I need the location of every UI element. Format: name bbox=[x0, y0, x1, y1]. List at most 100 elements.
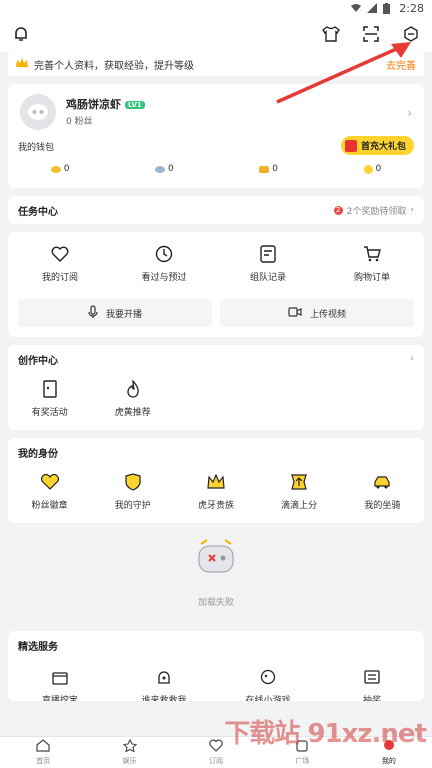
service-item-label: 谁来救救我 bbox=[141, 696, 187, 701]
task-center-title: 任务中心 bbox=[18, 206, 58, 218]
banner-link[interactable]: 去完善 bbox=[386, 57, 416, 72]
start-live-button[interactable]: 我要开播 bbox=[18, 299, 212, 327]
gamepad-icon bbox=[258, 667, 278, 687]
silver-bean-icon bbox=[155, 165, 165, 173]
service-item-mini-games[interactable]: 在线小游戏 bbox=[216, 661, 320, 701]
username[interactable]: 鸡肠饼凉虾 LV1 bbox=[66, 96, 145, 112]
identity-item-label: 我的坐骑 bbox=[364, 501, 401, 511]
identity-item-label: 滴滴上分 bbox=[281, 501, 318, 511]
upload-video-button[interactable]: 上传视频 bbox=[220, 299, 414, 327]
star-icon bbox=[122, 738, 137, 754]
identity-item-nobility[interactable]: 虎牙贵族 bbox=[174, 466, 257, 517]
task-reward-hint[interactable]: 2 2个奖励待领取 › bbox=[333, 204, 414, 217]
alarm-icon bbox=[154, 667, 174, 687]
creation-item-label: 有奖活动 bbox=[31, 408, 68, 418]
load-failure-area[interactable]: 加载失败 bbox=[0, 523, 432, 623]
wallet-item-gold-ticket[interactable]: 0 bbox=[259, 164, 278, 174]
rank-up-icon bbox=[289, 472, 309, 492]
tab-entertainment[interactable]: 娱乐 bbox=[86, 737, 172, 768]
service-item-treasure[interactable]: 直播挖宝 bbox=[8, 661, 112, 701]
tab-label: 广场 bbox=[295, 757, 310, 765]
watermark: 下载站 91xz.net bbox=[224, 719, 427, 749]
wallet-item-gold-bean[interactable]: 0 bbox=[50, 164, 69, 174]
lottery-icon bbox=[362, 667, 382, 687]
task-item-subscriptions[interactable]: 我的订阅 bbox=[8, 238, 112, 289]
fans-count[interactable]: 0 粉丝 bbox=[66, 114, 93, 127]
task-section: 我的订阅 看过与预过 组队记录 购物订单 我要开播 上传视频 bbox=[8, 232, 424, 337]
creation-item-recommend[interactable]: 虎黄推荐 bbox=[91, 373, 174, 424]
tab-label: 我的 bbox=[381, 757, 396, 765]
battery-icon bbox=[383, 3, 393, 14]
creation-center: 创作中心 › 有奖活动 虎黄推荐 bbox=[8, 345, 424, 430]
signal-icon bbox=[367, 3, 378, 13]
start-live-label: 我要开播 bbox=[105, 309, 142, 320]
task-item-label: 我的订阅 bbox=[41, 273, 78, 283]
identity-item-label: 我的守护 bbox=[114, 501, 151, 511]
wallet-item-coin[interactable]: 0 bbox=[363, 164, 381, 174]
top-bar bbox=[0, 16, 432, 52]
task-item-orders[interactable]: 购物订单 bbox=[320, 238, 424, 289]
identity-item-mount[interactable]: 我的坐骑 bbox=[341, 466, 424, 517]
chevron-right-icon[interactable]: › bbox=[407, 106, 412, 120]
notification-bell-icon[interactable] bbox=[10, 23, 32, 45]
coin-icon bbox=[363, 164, 373, 174]
wallet-value: 0 bbox=[272, 164, 278, 174]
identity-item-label: 粉丝徽章 bbox=[31, 501, 68, 511]
prize-door-icon bbox=[40, 379, 60, 399]
task-item-label: 组队记录 bbox=[249, 273, 286, 283]
task-item-label: 看过与预过 bbox=[141, 273, 187, 283]
task-item-label: 购物订单 bbox=[353, 273, 390, 283]
creation-item-events[interactable]: 有奖活动 bbox=[8, 373, 91, 424]
identity-section: 我的身份 粉丝徽章 我的守护 虎牙贵族 滴滴上分 我的坐骑 bbox=[8, 438, 424, 523]
task-item-history[interactable]: 看过与预过 bbox=[112, 238, 216, 289]
identity-item-rank-up[interactable]: 滴滴上分 bbox=[258, 466, 341, 517]
wallet-label[interactable]: 我的钱包 bbox=[18, 140, 54, 153]
crown-icon bbox=[206, 472, 226, 492]
avatar[interactable] bbox=[20, 94, 56, 130]
gold-bean-icon bbox=[50, 165, 61, 173]
gift-label: 首充大礼包 bbox=[360, 142, 406, 152]
identity-item-guardian[interactable]: 我的守护 bbox=[91, 466, 174, 517]
heart-icon bbox=[50, 244, 70, 264]
level-badge: LV1 bbox=[125, 101, 145, 109]
treasure-box-icon bbox=[50, 667, 70, 687]
status-time: 2:28 bbox=[399, 1, 424, 15]
tab-label: 娱乐 bbox=[122, 757, 137, 765]
video-camera-icon bbox=[288, 306, 302, 320]
tab-home[interactable]: 首页 bbox=[0, 737, 86, 768]
creation-center-header[interactable]: 创作中心 › bbox=[8, 345, 424, 373]
tshirt-icon[interactable] bbox=[320, 23, 342, 45]
crown-icon bbox=[16, 57, 28, 71]
tab-label: 首页 bbox=[36, 757, 51, 765]
wallet-item-silver-bean[interactable]: 0 bbox=[155, 164, 174, 174]
red-packet-icon bbox=[344, 139, 357, 152]
wifi-icon bbox=[351, 3, 362, 13]
home-icon bbox=[36, 739, 50, 754]
service-item-rescue[interactable]: 谁来救救我 bbox=[112, 661, 216, 701]
creation-item-label: 虎黄推荐 bbox=[114, 408, 151, 418]
identity-item-fan-badge[interactable]: 粉丝徽章 bbox=[8, 466, 91, 517]
heart-badge-icon bbox=[40, 472, 60, 492]
task-center-header[interactable]: 任务中心 2 2个奖励待领取 › bbox=[8, 196, 424, 224]
username-text: 鸡肠饼凉虾 bbox=[66, 98, 121, 111]
gold-ticket-icon bbox=[259, 165, 270, 173]
shield-icon bbox=[123, 472, 143, 492]
identity-item-label: 虎牙贵族 bbox=[197, 501, 234, 511]
creation-center-title: 创作中心 bbox=[18, 355, 58, 367]
flame-icon bbox=[123, 379, 143, 399]
scan-icon[interactable] bbox=[360, 23, 382, 45]
services-title: 精选服务 bbox=[18, 641, 58, 653]
wallet-value: 0 bbox=[168, 164, 174, 174]
upload-video-label: 上传视频 bbox=[309, 309, 346, 320]
service-item-label: 直播挖宝 bbox=[41, 696, 78, 701]
profile-complete-banner[interactable]: 完善个人资料，获取经验，提升等级 去完善 bbox=[8, 52, 424, 76]
settings-hexagon-icon[interactable] bbox=[400, 23, 422, 45]
task-item-team-record[interactable]: 组队记录 bbox=[216, 238, 320, 289]
car-icon bbox=[372, 472, 392, 492]
microphone-icon bbox=[88, 304, 98, 322]
task-aux-text: 2个奖励待领取 bbox=[346, 206, 407, 217]
broken-robot-icon bbox=[193, 538, 239, 581]
first-recharge-gift-button[interactable]: 首充大礼包 bbox=[340, 136, 414, 155]
service-item-lottery[interactable]: 抽奖 bbox=[320, 661, 424, 701]
status-bar: 2:28 bbox=[0, 0, 432, 16]
